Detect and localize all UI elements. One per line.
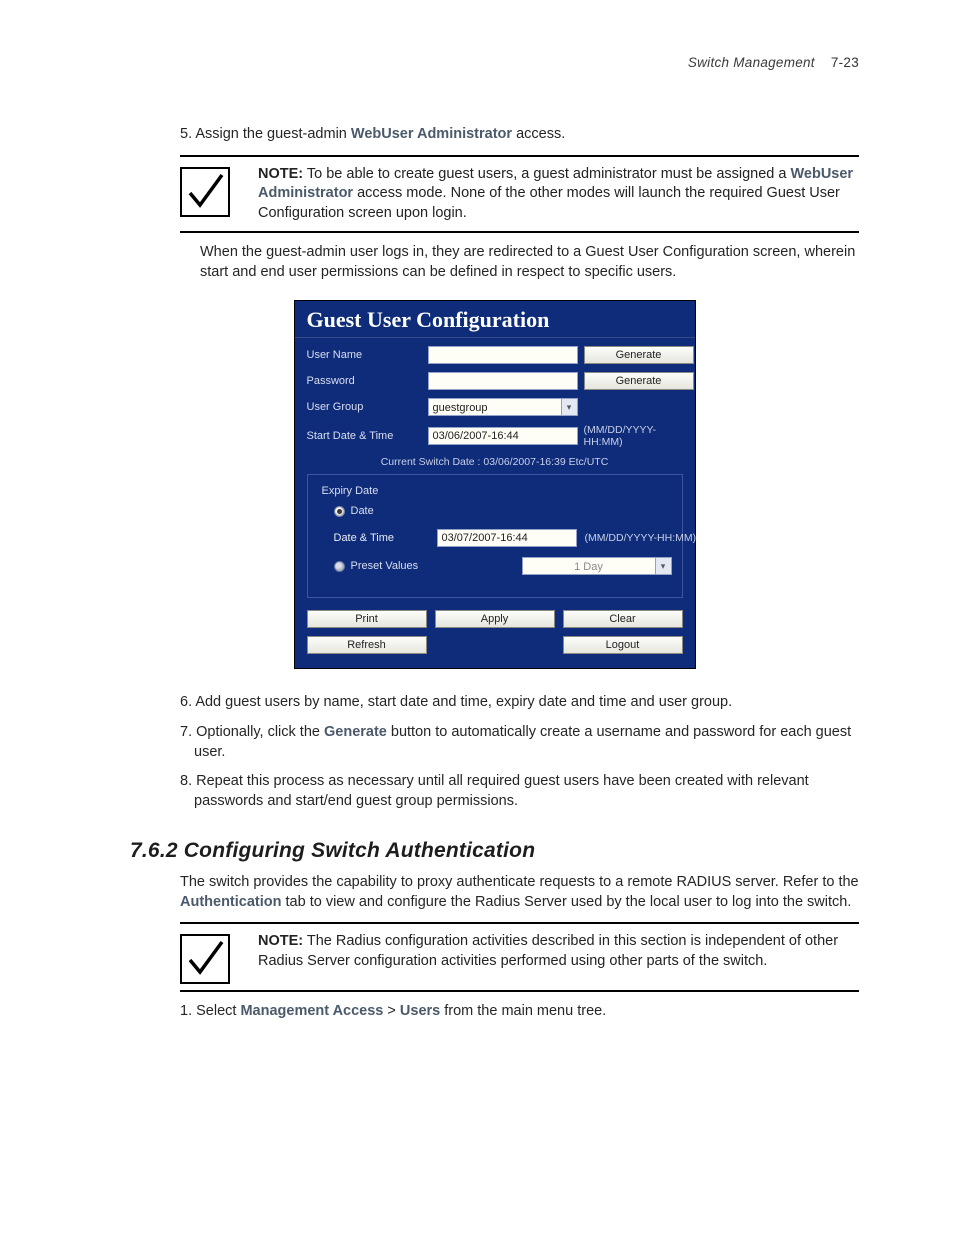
note-2-text: NOTE: The Radius configuration activitie… xyxy=(258,930,859,973)
expiry-group: Expiry Date Date Date & Time (MM/DD/YYYY… xyxy=(307,474,683,598)
radio-preset[interactable] xyxy=(334,561,345,572)
usergroup-value: guestgroup xyxy=(428,398,562,416)
row-start: Start Date & Time (MM/DD/YYYY-HH:MM) xyxy=(307,424,683,448)
password-label: Password xyxy=(307,375,422,387)
note-1-t1: To be able to create guest users, a gues… xyxy=(303,166,790,182)
step-6: 6. Add guest users by name, start date a… xyxy=(180,693,859,713)
password-input[interactable] xyxy=(428,372,578,390)
note-label: NOTE: xyxy=(258,933,303,949)
step-5: 5. Assign the guest-admin WebUser Admini… xyxy=(180,125,859,145)
note-box-1: NOTE: To be able to create guest users, … xyxy=(180,155,859,234)
step-8: 8. Repeat this process as necessary unti… xyxy=(180,772,859,811)
radio-date[interactable] xyxy=(334,506,345,517)
refresh-button[interactable]: Refresh xyxy=(307,636,427,654)
users-term: Users xyxy=(400,1003,440,1019)
management-access-term: Management Access xyxy=(240,1003,383,1019)
generate-password-button[interactable]: Generate xyxy=(584,372,694,390)
sec2-1-post: from the main menu tree. xyxy=(440,1003,606,1019)
row-username: User Name Generate xyxy=(307,346,683,364)
guest-user-config-panel: Guest User Configuration User Name Gener… xyxy=(294,300,696,669)
expiry-hint: (MM/DD/YYYY-HH:MM) xyxy=(585,532,705,544)
generate-username-button[interactable]: Generate xyxy=(584,346,694,364)
radio-date-label: Date xyxy=(351,505,374,517)
checkmark-icon xyxy=(180,934,230,984)
row-expiry-datetime: Date & Time (MM/DD/YYYY-HH:MM) xyxy=(334,529,672,547)
note-box-2: NOTE: The Radius configuration activitie… xyxy=(180,922,859,992)
chevron-down-icon[interactable]: ▾ xyxy=(656,557,672,575)
note-2-body: The Radius configuration activities desc… xyxy=(258,933,838,969)
usergroup-select[interactable]: guestgroup ▾ xyxy=(428,398,578,416)
header-page: 7-23 xyxy=(831,55,859,70)
chevron-down-icon[interactable]: ▾ xyxy=(562,398,578,416)
header-section: Switch Management xyxy=(688,55,815,70)
expiry-label: Expiry Date xyxy=(322,485,672,497)
body-after-note: When the guest-admin user logs in, they … xyxy=(200,243,859,282)
webuser-admin-term: WebUser Administrator xyxy=(351,126,512,142)
logout-button[interactable]: Logout xyxy=(563,636,683,654)
current-switch-date: Current Switch Date : 03/06/2007-16:39 E… xyxy=(307,456,683,468)
authentication-term: Authentication xyxy=(180,894,282,910)
sec2-step-1: 1. Select Management Access > Users from… xyxy=(180,1002,859,1022)
expiry-datetime-label: Date & Time xyxy=(334,532,429,544)
step-7: 7. Optionally, click the Generate button… xyxy=(180,723,859,762)
expiry-datetime-input[interactable] xyxy=(437,529,577,547)
button-row-2: Refresh Logout xyxy=(307,636,683,654)
sec2-paragraph: The switch provides the capability to pr… xyxy=(180,873,859,912)
panel-title: Guest User Configuration xyxy=(295,301,695,338)
row-password: Password Generate xyxy=(307,372,683,390)
note-label: NOTE: xyxy=(258,166,303,182)
checkmark-icon xyxy=(180,167,230,217)
generate-term: Generate xyxy=(324,724,387,740)
section-heading-762: 7.6.2 Configuring Switch Authentication xyxy=(130,839,859,863)
step-7-pre: 7. Optionally, click the xyxy=(180,724,324,740)
username-input[interactable] xyxy=(428,346,578,364)
radio-preset-label: Preset Values xyxy=(351,560,419,572)
preset-select[interactable]: 1 Day ▾ xyxy=(522,557,672,575)
sec2-1-pre: 1. Select xyxy=(180,1003,240,1019)
button-row-1: Print Apply Clear xyxy=(307,610,683,628)
start-datetime-input[interactable] xyxy=(428,427,578,445)
print-button[interactable]: Print xyxy=(307,610,427,628)
apply-button[interactable]: Apply xyxy=(435,610,555,628)
start-label: Start Date & Time xyxy=(307,430,422,442)
sec2-pre: The switch provides the capability to pr… xyxy=(180,874,859,890)
start-hint: (MM/DD/YYYY-HH:MM) xyxy=(584,424,694,448)
username-label: User Name xyxy=(307,349,422,361)
step-5-post: access. xyxy=(512,126,565,142)
usergroup-label: User Group xyxy=(307,401,422,413)
radio-preset-row[interactable]: Preset Values 1 Day ▾ xyxy=(334,557,672,575)
clear-button[interactable]: Clear xyxy=(563,610,683,628)
preset-value: 1 Day xyxy=(522,557,656,575)
sec2-post: tab to view and configure the Radius Ser… xyxy=(282,894,852,910)
row-usergroup: User Group guestgroup ▾ xyxy=(307,398,683,416)
radio-date-row[interactable]: Date xyxy=(334,505,672,517)
note-1-text: NOTE: To be able to create guest users, … xyxy=(258,163,859,226)
step-5-pre: 5. Assign the guest-admin xyxy=(180,126,351,142)
page-header: Switch Management 7-23 xyxy=(130,55,859,70)
sec2-1-mid: > xyxy=(383,1003,400,1019)
